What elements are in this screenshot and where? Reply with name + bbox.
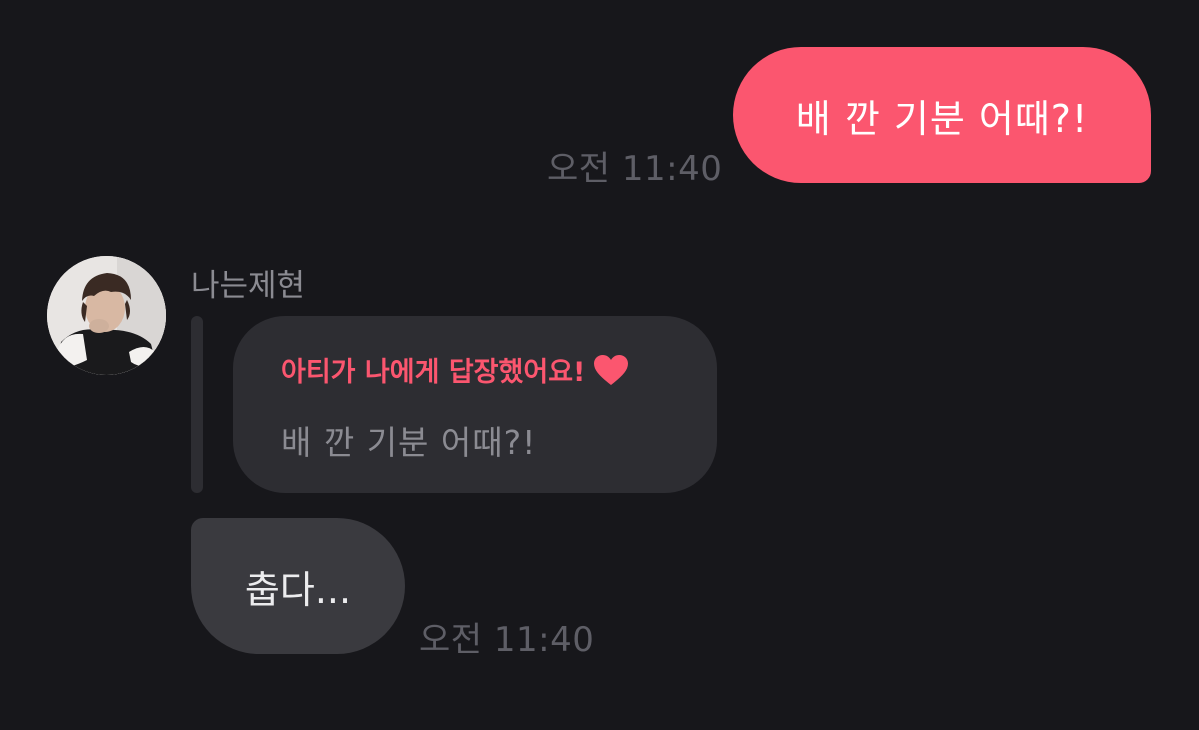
outgoing-message-bubble[interactable]: 배 깐 기분 어때?! [733, 47, 1151, 183]
outgoing-message-time: 오전 11:40 [547, 149, 723, 189]
incoming-message-time: 오전 11:40 [419, 620, 595, 660]
incoming-message-text: 춥다... [244, 567, 352, 612]
chat-screen: 배 깐 기분 어때?! 오전 11:40 나는제현 아티가 나에게 답장했어요! [0, 0, 1199, 730]
reply-preview-bubble[interactable]: 아티가 나에게 답장했어요! 배 깐 기분 어때?! [233, 316, 717, 493]
incoming-message-bubble[interactable]: 춥다... [191, 518, 405, 654]
reply-indicator-bar [191, 316, 203, 493]
outgoing-message-text: 배 깐 기분 어때?! [795, 96, 1089, 141]
profile-photo-icon [47, 256, 166, 375]
sender-name: 나는제현 [191, 268, 306, 304]
reply-title: 아티가 나에게 답장했어요! [281, 357, 586, 388]
reply-header: 아티가 나에게 답장했어요! [281, 350, 629, 389]
avatar[interactable] [47, 256, 166, 375]
heart-icon [593, 354, 629, 386]
reply-quoted-text: 배 깐 기분 어때?! [281, 423, 537, 462]
